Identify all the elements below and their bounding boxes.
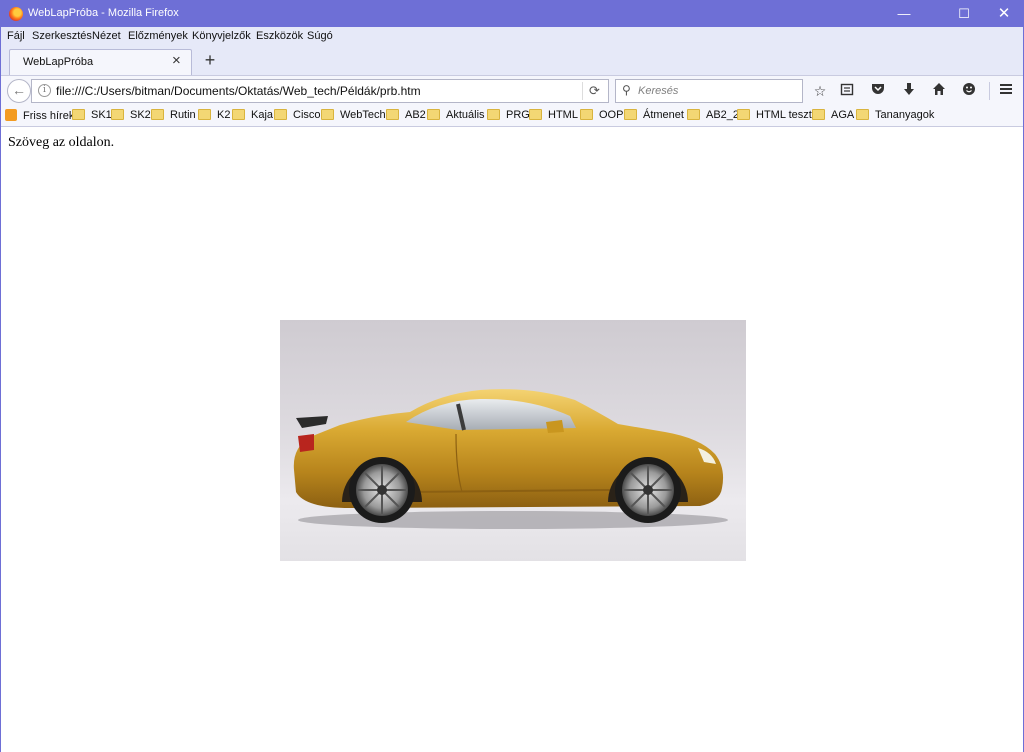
search-input[interactable]	[638, 80, 798, 102]
firefox-logo-icon	[9, 7, 23, 21]
bookmark-cisco[interactable]: Cisco	[274, 109, 321, 121]
folder-icon	[624, 109, 637, 120]
menu-history[interactable]: Előzmények	[128, 30, 188, 42]
folder-icon	[151, 109, 164, 120]
title-bar: WebLapPróba - Mozilla Firefox — ☐ ✕	[1, 1, 1023, 27]
close-tab-icon[interactable]: ×	[172, 52, 181, 69]
bookmark-star-icon[interactable]: ☆	[809, 80, 831, 102]
bookmarks-toolbar: Friss hírek SK1 SK2 Rutin K2 Kaja Cisco …	[1, 105, 1023, 127]
emoji-icon[interactable]	[958, 80, 980, 102]
front-wheel	[615, 457, 681, 523]
folder-icon	[386, 109, 399, 120]
menu-edit[interactable]: Szerkesztés	[32, 30, 92, 42]
browser-window: WebLapPróba - Mozilla Firefox — ☐ ✕ Fájl…	[0, 0, 1024, 752]
reload-icon[interactable]: ⟳	[582, 82, 606, 100]
info-icon[interactable]: i	[38, 84, 51, 97]
home-icon[interactable]	[928, 80, 950, 102]
folder-icon	[427, 109, 440, 120]
toolbar-separator	[989, 82, 990, 100]
folder-icon	[232, 109, 245, 120]
back-icon: ←	[12, 82, 26, 98]
window-title: WebLapPróba - Mozilla Firefox	[28, 7, 179, 19]
bookmark-html[interactable]: HTML	[529, 109, 578, 121]
tab-label: WebLapPróba	[23, 56, 94, 68]
folder-icon	[274, 109, 287, 120]
bookmark-oop[interactable]: OOP	[580, 109, 623, 121]
hamburger-menu-icon[interactable]	[995, 80, 1017, 102]
minimize-button[interactable]: —	[881, 1, 927, 27]
bookmark-ab2-2[interactable]: AB2_2	[687, 109, 739, 121]
folder-icon	[529, 109, 542, 120]
menu-help[interactable]: Súgó	[307, 30, 333, 42]
tab-weblapproba[interactable]: WebLapPróba ×	[9, 49, 192, 75]
folder-icon	[687, 109, 700, 120]
back-button[interactable]: ←	[7, 79, 31, 103]
pocket-icon[interactable]	[867, 80, 889, 102]
folder-icon	[198, 109, 211, 120]
bookmark-tananyagok[interactable]: Tananyagok	[856, 109, 934, 121]
folder-icon	[111, 109, 124, 120]
bookmark-rutin[interactable]: Rutin	[151, 109, 196, 121]
bookmark-webtech[interactable]: WebTech	[321, 109, 386, 121]
bookmark-prg[interactable]: PRG	[487, 109, 530, 121]
bookmark-sk2[interactable]: SK2	[111, 109, 151, 121]
menu-file[interactable]: Fájl	[7, 30, 25, 42]
rss-feed-icon	[5, 109, 17, 121]
menu-bar: Fájl Szerkesztés Nézet Előzmények Könyvj…	[1, 27, 1023, 47]
search-icon: ⚲	[622, 83, 631, 97]
tab-strip: WebLapPróba × +	[1, 47, 1023, 75]
url-bar[interactable]: i ⟳	[31, 79, 609, 103]
menu-view[interactable]: Nézet	[92, 30, 121, 42]
download-icon[interactable]	[898, 80, 920, 102]
bookmark-aga[interactable]: AGA	[812, 109, 854, 121]
bookmark-friss-hirek[interactable]: Friss hírek	[5, 109, 74, 122]
folder-icon	[72, 109, 85, 120]
bookmark-html-teszt[interactable]: HTML teszt	[737, 109, 812, 121]
bookmark-atmenet[interactable]: Átmenet	[624, 109, 684, 121]
page-text: Szöveg az oldalon.	[8, 135, 115, 150]
bookmark-sk1[interactable]: SK1	[72, 109, 112, 121]
search-bar[interactable]: ⚲	[615, 79, 803, 103]
page-content: Szöveg az oldalon.	[1, 128, 1023, 752]
rear-wheel	[349, 457, 415, 523]
folder-icon	[580, 109, 593, 120]
bookmark-aktualis[interactable]: Aktuális	[427, 109, 485, 121]
url-input[interactable]	[56, 80, 576, 102]
reader-list-icon[interactable]	[836, 80, 858, 102]
bookmark-ab2[interactable]: AB2	[386, 109, 426, 121]
bookmark-k2[interactable]: K2	[198, 109, 230, 121]
menu-tools[interactable]: Eszközök	[256, 30, 303, 42]
car-image	[280, 320, 746, 561]
bookmark-kaja[interactable]: Kaja	[232, 109, 273, 121]
folder-icon	[321, 109, 334, 120]
menu-bookmarks[interactable]: Könyvjelzők	[192, 30, 251, 42]
folder-icon	[487, 109, 500, 120]
folder-icon	[737, 109, 750, 120]
folder-icon	[812, 109, 825, 120]
new-tab-button[interactable]: +	[200, 50, 220, 70]
folder-icon	[856, 109, 869, 120]
navigation-toolbar: i ⟳ ← ⚲ ☆	[1, 75, 1023, 105]
close-window-button[interactable]: ✕	[981, 1, 1024, 27]
